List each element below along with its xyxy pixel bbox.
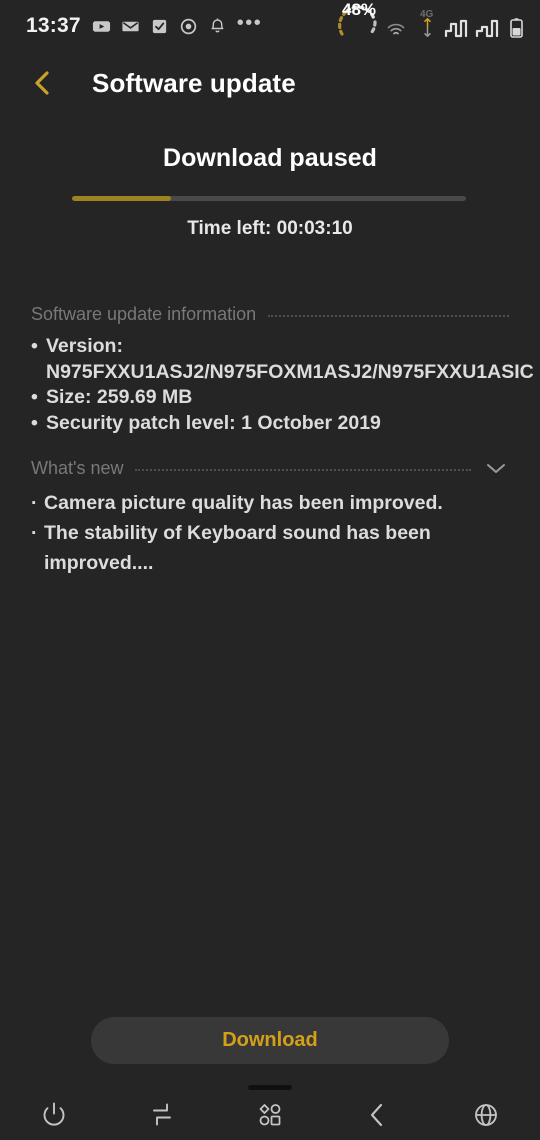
info-section-list: • Version: N975FXXU1ASJ2/N975FOXM1ASJ2/N… (31, 334, 534, 437)
back-chevron-icon (361, 1098, 395, 1137)
nav-back-button[interactable] (324, 1094, 432, 1140)
info-section-divider (268, 314, 509, 318)
back-button[interactable] (26, 66, 60, 100)
signal-bars-icon-2 (475, 18, 503, 38)
status-overflow-icon: ••• (236, 11, 263, 34)
status-bar-right: 48% 4G (331, 0, 526, 52)
mail-icon (121, 16, 141, 36)
list-item: • Size: 259.69 MB (31, 385, 509, 411)
list-item: • Version: N975FXXU1ASJ2/N975FOXM1ASJ2/N… (31, 334, 534, 385)
bullet-icon: • (31, 335, 38, 357)
info-section-title: Software update information (31, 303, 257, 324)
whats-new-item-keyboard: The stability of Keyboard sound has been… (44, 522, 431, 574)
bell-icon (208, 16, 228, 36)
chevron-down-icon[interactable] (483, 458, 509, 478)
battery-circle-indicator: 48% (331, 0, 387, 46)
battery-percent-label: 48% (341, 0, 377, 19)
whats-new-title: What's new (31, 457, 124, 478)
nav-switch-button[interactable] (108, 1094, 216, 1140)
signal-bars-icon-1 (444, 18, 472, 38)
list-item: · Camera picture quality has been improv… (31, 488, 509, 518)
apps-grid-icon (253, 1098, 287, 1137)
whats-new-divider (135, 468, 471, 472)
bullet-icon: · (31, 492, 38, 514)
app-header: Software update (0, 52, 540, 114)
list-item: • Security patch level: 1 October 2019 (31, 411, 509, 437)
switch-icon (145, 1098, 179, 1137)
download-progress-fill (72, 196, 171, 201)
status-bar-clock: 13:37 (26, 14, 81, 37)
download-progress-bar (72, 196, 466, 201)
wifi-icon (386, 19, 406, 39)
youtube-icon (92, 16, 112, 36)
info-section-header: Software update information (31, 303, 509, 325)
info-security-patch: Security patch level: 1 October 2019 (46, 411, 381, 434)
home-indicator (248, 1085, 292, 1090)
time-left-label: Time left: 00:03:10 (187, 218, 353, 239)
mobile-data-indicator: 4G (407, 9, 441, 41)
whats-new-item-camera: Camera picture quality has been improved… (44, 492, 443, 514)
status-bar: 13:37 ••• 48% 4G (0, 0, 540, 52)
page-title: Software update (92, 67, 296, 98)
download-status-text: Download paused (163, 144, 377, 172)
whats-new-list: · Camera picture quality has been improv… (31, 488, 509, 578)
software-update-information-section: Software update information • Version: N… (31, 303, 534, 437)
bottom-navigation-bar (0, 1094, 540, 1140)
checkbox-icon (150, 16, 170, 36)
whats-new-header[interactable]: What's new (31, 457, 509, 479)
nav-browser-button[interactable] (432, 1094, 540, 1140)
nav-power-button[interactable] (0, 1094, 108, 1140)
info-version: Version: N975FXXU1ASJ2/N975FOXM1ASJ2/N97… (46, 335, 534, 383)
power-icon (37, 1098, 71, 1137)
circle-dot-icon (179, 16, 199, 36)
list-item: · The stability of Keyboard sound has be… (31, 518, 509, 578)
nav-apps-button[interactable] (216, 1094, 324, 1140)
data-transfer-arrows-icon (422, 18, 433, 39)
whats-new-section: What's new · Camera picture quality has … (31, 457, 509, 578)
download-button[interactable]: Download (91, 1017, 449, 1064)
status-bar-left: 13:37 ••• (26, 11, 263, 38)
bullet-icon: • (31, 411, 38, 434)
info-size: Size: 259.69 MB (46, 386, 193, 408)
bullet-icon: • (31, 386, 38, 408)
phone-screen: 13:37 ••• 48% 4G Software update Downloa… (0, 0, 540, 1140)
globe-icon (469, 1098, 503, 1137)
battery-icon (506, 18, 526, 38)
bullet-icon: · (31, 522, 38, 544)
